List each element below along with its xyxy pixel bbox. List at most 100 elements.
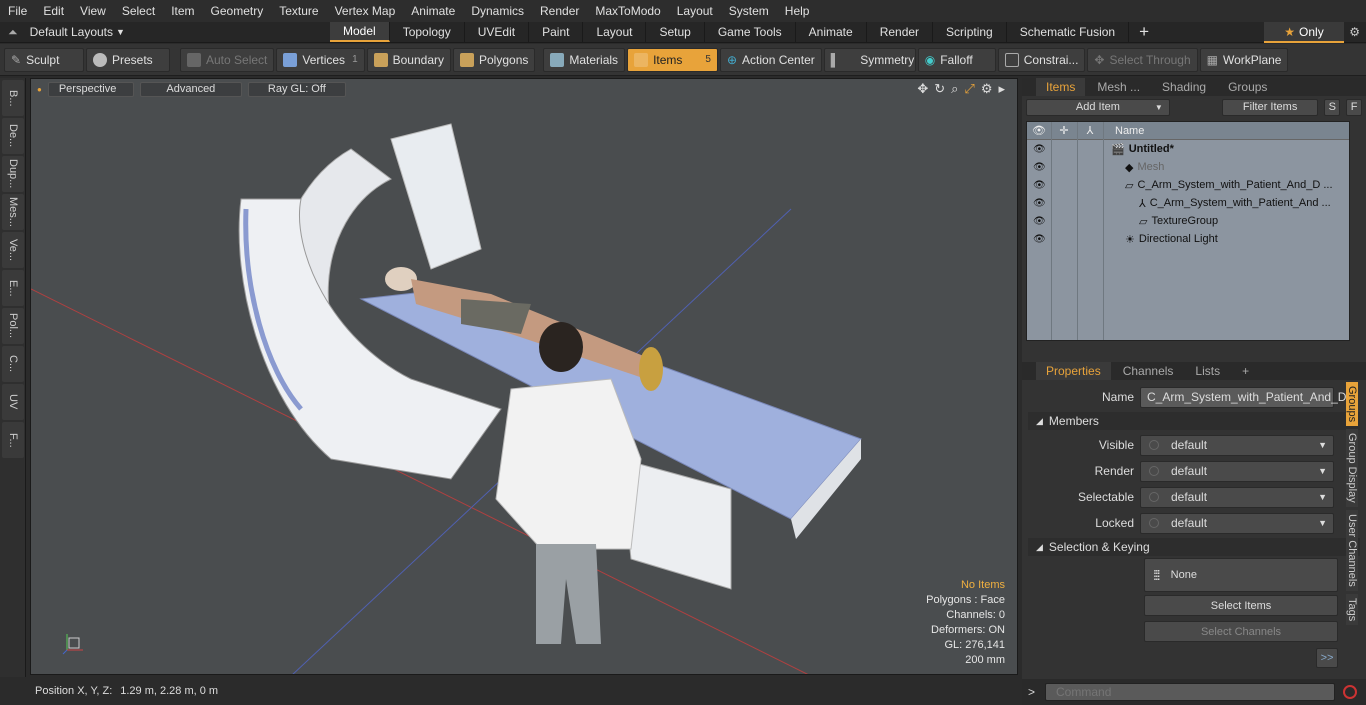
- tab-channels[interactable]: Channels: [1113, 362, 1184, 380]
- left-strip-tab[interactable]: UV: [2, 384, 24, 420]
- list-item[interactable]: 👁 ▱ TextureGroup: [1027, 212, 1349, 230]
- tab-paint[interactable]: Paint: [529, 22, 584, 42]
- left-strip-tab[interactable]: Pol...: [2, 308, 24, 344]
- tab-setup[interactable]: Setup: [646, 22, 705, 42]
- render-dropdown[interactable]: default ▼: [1140, 460, 1334, 482]
- sculpt-button[interactable]: ✎ Sculpt: [4, 47, 84, 72]
- menu-edit[interactable]: Edit: [35, 4, 72, 18]
- record-icon[interactable]: [1343, 685, 1358, 699]
- vertices-button[interactable]: Vertices 1: [276, 47, 365, 72]
- side-tab-user-channels[interactable]: User Channels: [1346, 509, 1358, 591]
- tab-render[interactable]: Render: [867, 22, 934, 42]
- left-strip-tab[interactable]: C...: [2, 346, 24, 382]
- items-button[interactable]: Items 5: [627, 47, 718, 72]
- left-strip-tab[interactable]: De...: [2, 118, 24, 154]
- menu-system[interactable]: System: [721, 4, 777, 18]
- tab-groups[interactable]: Groups: [1218, 78, 1277, 96]
- menu-vertex-map[interactable]: Vertex Map: [327, 4, 404, 18]
- workplane-button[interactable]: ▦ WorkPlane: [1199, 47, 1289, 72]
- filter-items-input[interactable]: Filter Items: [1221, 98, 1319, 116]
- select-items-button[interactable]: Select Items: [1144, 595, 1338, 616]
- side-tab-tags[interactable]: Tags: [1346, 593, 1358, 625]
- visibility-eye-icon[interactable]: 👁: [1033, 234, 1046, 245]
- left-strip-tab[interactable]: B...: [2, 80, 24, 116]
- menu-layout[interactable]: Layout: [669, 4, 721, 18]
- selectable-dropdown[interactable]: default ▼: [1140, 486, 1334, 508]
- menu-dynamics[interactable]: Dynamics: [463, 4, 532, 18]
- tab-lists[interactable]: Lists: [1185, 362, 1230, 380]
- only-toggle[interactable]: ★ Only: [1264, 22, 1344, 43]
- tab-items[interactable]: Items: [1036, 78, 1086, 96]
- move-view-icon[interactable]: ✥: [917, 81, 928, 97]
- presets-button[interactable]: Presets: [86, 47, 170, 72]
- menu-select[interactable]: Select: [114, 4, 163, 18]
- menu-file[interactable]: File: [0, 4, 35, 18]
- tab-model[interactable]: Model: [330, 22, 390, 42]
- visibility-eye-icon[interactable]: 👁: [1033, 198, 1046, 209]
- menu-maxtomodo[interactable]: MaxToModo: [587, 4, 668, 18]
- boundary-button[interactable]: Boundary: [366, 47, 451, 72]
- list-item[interactable]: 👁 ▱ C_Arm_System_with_Patient_And_D ...: [1027, 176, 1349, 194]
- action-center-button[interactable]: ⊕ Action Center: [719, 47, 822, 72]
- select-through-button[interactable]: ✥ Select Through: [1087, 47, 1198, 72]
- menu-geometry[interactable]: Geometry: [203, 4, 272, 18]
- tab-schematic-fusion[interactable]: Schematic Fusion: [1007, 22, 1130, 42]
- locked-dropdown[interactable]: default ▼: [1140, 512, 1334, 534]
- more-button[interactable]: >>: [1316, 648, 1338, 668]
- tab-topology[interactable]: Topology: [390, 22, 465, 42]
- list-item[interactable]: 👁 ◆ Mesh: [1027, 158, 1349, 176]
- 3d-viewport[interactable]: ● Perspective Advanced Ray GL: Off ✥ ↻ ⌕…: [30, 78, 1018, 675]
- list-item[interactable]: 👁 ⅄ C_Arm_System_with_Patient_And ...: [1027, 194, 1349, 212]
- menu-item[interactable]: Item: [163, 4, 202, 18]
- menu-texture[interactable]: Texture: [271, 4, 326, 18]
- polygons-button[interactable]: Polygons: [453, 47, 536, 72]
- rotate-view-icon[interactable]: ↻: [934, 81, 945, 97]
- command-input[interactable]: [1045, 683, 1336, 701]
- none-button[interactable]: ⁞⁞⁞ None: [1144, 558, 1338, 592]
- materials-button[interactable]: Materials: [543, 47, 626, 72]
- zoom-view-icon[interactable]: ⌕: [951, 81, 958, 97]
- symmetry-button[interactable]: ▌ Symmetry: [823, 47, 916, 72]
- tab-properties[interactable]: Properties: [1036, 362, 1111, 380]
- visibility-eye-icon[interactable]: 👁: [1033, 180, 1046, 191]
- shading-button[interactable]: Advanced: [139, 81, 242, 97]
- play-arrow-icon[interactable]: ▸: [998, 81, 1005, 97]
- add-tab-button[interactable]: +: [1232, 362, 1259, 380]
- viewport-settings-icon[interactable]: ⚙: [981, 81, 993, 97]
- select-channels-button[interactable]: Select Channels: [1144, 621, 1338, 642]
- left-strip-tab[interactable]: Dup...: [2, 156, 24, 192]
- selection-keying-section[interactable]: ◢ Selection & Keying: [1028, 538, 1360, 556]
- tab-scripting[interactable]: Scripting: [933, 22, 1007, 42]
- tab-game-tools[interactable]: Game Tools: [705, 22, 796, 42]
- maximize-icon[interactable]: ⤢: [964, 81, 974, 97]
- menu-view[interactable]: View: [72, 4, 114, 18]
- layout-selector[interactable]: ⏶ Default Layouts ▼: [0, 25, 330, 40]
- menu-animate[interactable]: Animate: [403, 4, 463, 18]
- visibility-eye-icon[interactable]: 👁: [1033, 144, 1046, 155]
- side-tab-group-display[interactable]: Group Display: [1346, 429, 1358, 507]
- members-section[interactable]: ◢ Members: [1028, 412, 1360, 430]
- visible-dropdown[interactable]: default ▼: [1140, 434, 1334, 456]
- tab-mesh[interactable]: Mesh ...: [1087, 78, 1150, 96]
- s-button[interactable]: S: [1324, 98, 1341, 116]
- list-item[interactable]: 👁 ☀ Directional Light: [1027, 230, 1349, 248]
- add-tab-button[interactable]: +: [1129, 22, 1159, 42]
- side-tab-groups[interactable]: Groups: [1346, 382, 1358, 427]
- raygl-button[interactable]: Ray GL: Off: [247, 81, 346, 97]
- falloff-button[interactable]: ◉ Falloff: [917, 47, 996, 72]
- list-item[interactable]: 👁 🎬 Untitled*: [1027, 140, 1349, 158]
- f-button[interactable]: F: [1346, 98, 1362, 116]
- name-field[interactable]: C_Arm_System_with_Patient_And_Dc: [1140, 386, 1352, 408]
- constraints-button[interactable]: Constrai...: [997, 47, 1086, 72]
- auto-select-button[interactable]: Auto Select: [180, 47, 275, 72]
- add-item-button[interactable]: Add Item ▼: [1026, 98, 1170, 116]
- left-strip-tab[interactable]: Ve...: [2, 232, 24, 268]
- left-strip-tab[interactable]: F...: [2, 422, 24, 458]
- settings-icon[interactable]: ⚙: [1349, 25, 1360, 39]
- tab-layout[interactable]: Layout: [583, 22, 647, 42]
- visibility-eye-icon[interactable]: 👁: [1033, 162, 1046, 173]
- tab-animate[interactable]: Animate: [796, 22, 867, 42]
- menu-render[interactable]: Render: [532, 4, 587, 18]
- view-type-button[interactable]: Perspective: [47, 81, 134, 97]
- tab-uvedit[interactable]: UVEdit: [465, 22, 530, 42]
